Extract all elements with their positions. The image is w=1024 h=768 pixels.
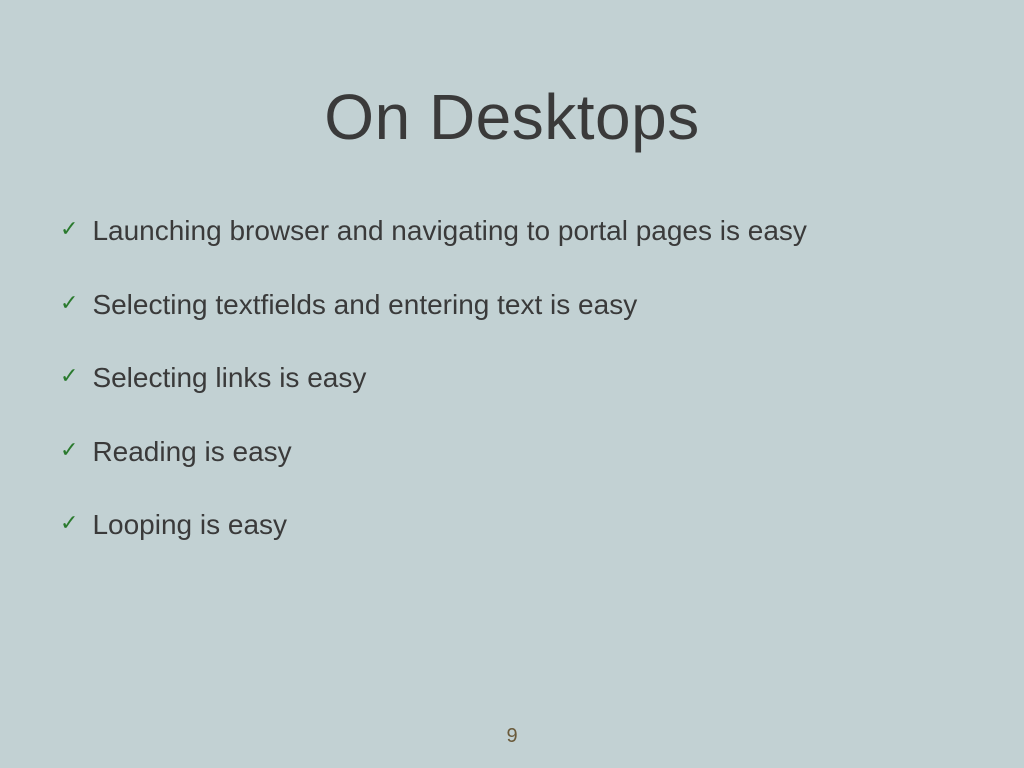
- list-item: ✓ Selecting textfields and entering text…: [60, 288, 964, 322]
- bullet-text: Selecting links is easy: [92, 361, 366, 395]
- list-item: ✓ Looping is easy: [60, 508, 964, 542]
- list-item: ✓ Selecting links is easy: [60, 361, 964, 395]
- check-icon: ✓: [60, 361, 78, 392]
- slide: On Desktops ✓ Launching browser and navi…: [0, 0, 1024, 768]
- bullet-text: Reading is easy: [92, 435, 291, 469]
- page-number: 9: [506, 725, 517, 748]
- bullet-text: Launching browser and navigating to port…: [92, 214, 806, 248]
- check-icon: ✓: [60, 508, 78, 539]
- bullet-list: ✓ Launching browser and navigating to po…: [0, 214, 1024, 542]
- bullet-text: Selecting textfields and entering text i…: [92, 288, 637, 322]
- list-item: ✓ Launching browser and navigating to po…: [60, 214, 964, 248]
- check-icon: ✓: [60, 435, 78, 466]
- check-icon: ✓: [60, 214, 78, 245]
- bullet-text: Looping is easy: [92, 508, 287, 542]
- slide-title: On Desktops: [0, 80, 1024, 154]
- list-item: ✓ Reading is easy: [60, 435, 964, 469]
- check-icon: ✓: [60, 288, 78, 319]
